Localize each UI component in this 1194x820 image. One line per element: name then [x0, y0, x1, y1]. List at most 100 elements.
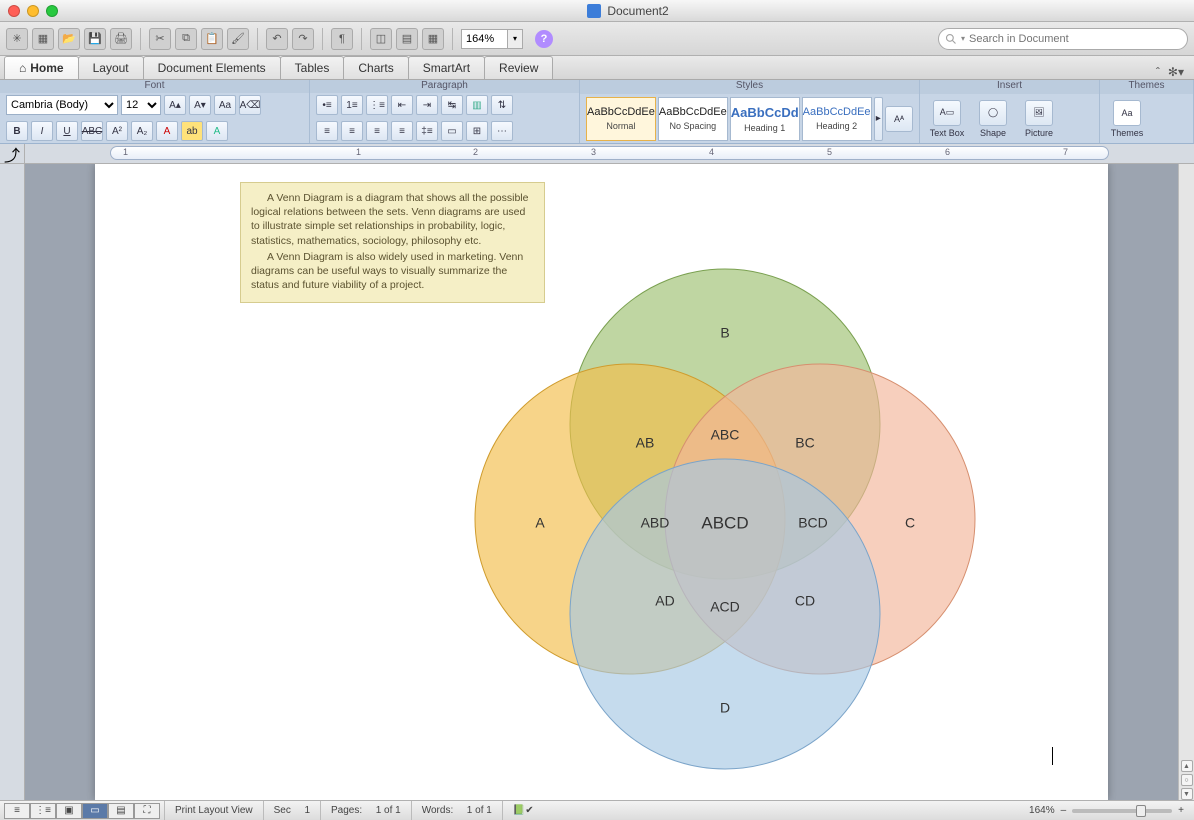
- redo-button[interactable]: ↷: [292, 28, 314, 50]
- borders-button[interactable]: ⊞: [466, 121, 488, 141]
- themes-button[interactable]: AaThemes: [1106, 100, 1148, 138]
- zoom-window-button[interactable]: [46, 5, 58, 17]
- status-spellcheck[interactable]: 📗✔: [502, 801, 544, 820]
- bullets-button[interactable]: •≡: [316, 95, 338, 115]
- zoom-out-button[interactable]: –: [1061, 805, 1067, 816]
- justify-button[interactable]: ≡: [391, 121, 413, 141]
- fullscreen-view-button[interactable]: ⛶: [134, 803, 160, 819]
- search-menu-caret-icon[interactable]: ▾: [961, 34, 965, 43]
- increase-indent-button[interactable]: ⇥: [416, 95, 438, 115]
- columns-button[interactable]: ▥: [466, 95, 488, 115]
- vertical-ruler[interactable]: [0, 164, 25, 800]
- gallery-button[interactable]: ▦: [422, 28, 444, 50]
- show-marks-button[interactable]: ¶: [331, 28, 353, 50]
- draft-view-button[interactable]: ≡: [4, 803, 30, 819]
- help-button[interactable]: ?: [535, 30, 553, 48]
- next-page-button[interactable]: ▼: [1181, 788, 1193, 800]
- zoom-combo[interactable]: ▾: [461, 29, 523, 49]
- status-words[interactable]: Words: 1 of 1: [411, 801, 502, 820]
- numbering-button[interactable]: 1≡: [341, 95, 363, 115]
- minimize-window-button[interactable]: [27, 5, 39, 17]
- sort-button[interactable]: ⇅: [491, 95, 513, 115]
- status-zoom-value[interactable]: 164%: [1029, 805, 1055, 816]
- prev-page-button[interactable]: ▲: [1181, 760, 1193, 772]
- print-button[interactable]: 🖨: [110, 28, 132, 50]
- align-left-button[interactable]: ≡: [316, 121, 338, 141]
- paragraph-options-button[interactable]: ⋯: [491, 121, 513, 141]
- copy-button[interactable]: ⧉: [175, 28, 197, 50]
- ruler-corner[interactable]: ⤴: [0, 144, 25, 163]
- zoom-dropdown[interactable]: ▾: [507, 29, 523, 49]
- save-button[interactable]: 💾: [84, 28, 106, 50]
- text-direction-button[interactable]: ↹: [441, 95, 463, 115]
- highlight-button[interactable]: ab: [181, 121, 203, 141]
- paste-button[interactable]: 📋: [201, 28, 223, 50]
- print-layout-view-button[interactable]: ▭: [82, 803, 108, 819]
- style-normal[interactable]: AaBbCcDdEeNormal: [586, 97, 656, 141]
- tab-smartart[interactable]: SmartArt: [408, 56, 485, 79]
- zoom-slider-knob[interactable]: [1136, 805, 1146, 817]
- font-color-button[interactable]: A: [156, 121, 178, 141]
- undo-button[interactable]: ↶: [266, 28, 288, 50]
- notebook-view-button[interactable]: ▤: [108, 803, 134, 819]
- insert-shape-button[interactable]: ◯Shape: [972, 100, 1014, 138]
- grow-font-button[interactable]: A▴: [164, 95, 186, 115]
- align-right-button[interactable]: ≡: [366, 121, 388, 141]
- new-doc-button[interactable]: ✳: [6, 28, 28, 50]
- status-section[interactable]: Sec 1: [263, 801, 320, 820]
- document-page[interactable]: A Venn Diagram is a diagram that shows a…: [95, 164, 1108, 800]
- shading-button[interactable]: ▭: [441, 121, 463, 141]
- shrink-font-button[interactable]: A▾: [189, 95, 211, 115]
- templates-button[interactable]: ▦: [32, 28, 54, 50]
- change-case-button[interactable]: Aa: [214, 95, 236, 115]
- browse-object-button[interactable]: ○: [1181, 774, 1193, 786]
- align-center-button[interactable]: ≡: [341, 121, 363, 141]
- ribbon-collapse-button[interactable]: ˆ: [1156, 65, 1160, 79]
- clear-formatting-button[interactable]: A⌫: [239, 95, 261, 115]
- cut-button[interactable]: ✂: [149, 28, 171, 50]
- style-no-spacing[interactable]: AaBbCcDdEeNo Spacing: [658, 97, 728, 141]
- strikethrough-button[interactable]: ABC: [81, 121, 103, 141]
- horizontal-ruler[interactable]: 1 1 2 3 4 5 6 7: [25, 144, 1194, 163]
- close-window-button[interactable]: [8, 5, 20, 17]
- publishing-view-button[interactable]: ▣: [56, 803, 82, 819]
- style-heading-1[interactable]: AaBbCcDdHeading 1: [730, 97, 800, 141]
- search-box[interactable]: ▾: [938, 28, 1188, 50]
- vertical-scrollbar[interactable]: ▲ ○ ▼: [1178, 164, 1194, 800]
- venn-diagram[interactable]: B A C D AB BC AD CD ABC ABD ACD BCD ABCD: [405, 224, 1045, 784]
- tab-charts[interactable]: Charts: [343, 56, 408, 79]
- insert-text-box-button[interactable]: A▭Text Box: [926, 100, 968, 138]
- tab-document-elements[interactable]: Document Elements: [143, 56, 281, 79]
- outline-view-button[interactable]: ⋮≡: [30, 803, 56, 819]
- multilevel-list-button[interactable]: ⋮≡: [366, 95, 388, 115]
- zoom-slider[interactable]: [1072, 809, 1172, 813]
- format-painter-button[interactable]: 🖌: [227, 28, 249, 50]
- font-size-select[interactable]: 12: [121, 95, 161, 115]
- tab-layout[interactable]: Layout: [78, 56, 144, 79]
- superscript-button[interactable]: A²: [106, 121, 128, 141]
- decrease-indent-button[interactable]: ⇤: [391, 95, 413, 115]
- italic-button[interactable]: I: [31, 121, 53, 141]
- insert-picture-button[interactable]: 🖼Picture: [1018, 100, 1060, 138]
- status-pages[interactable]: Pages: 1 of 1: [320, 801, 411, 820]
- style-heading-2[interactable]: AaBbCcDdEeHeading 2: [802, 97, 872, 141]
- toolbox-button[interactable]: ▤: [396, 28, 418, 50]
- open-button[interactable]: 📂: [58, 28, 80, 50]
- font-name-select[interactable]: Cambria (Body): [6, 95, 118, 115]
- styles-pane-button[interactable]: Aᴬ: [885, 106, 913, 132]
- tab-home[interactable]: ⌂Home: [4, 56, 79, 79]
- styles-scroll-button[interactable]: ▸: [874, 97, 883, 141]
- view-switcher: ≡ ⋮≡ ▣ ▭ ▤ ⛶: [0, 803, 164, 819]
- ribbon-options-button[interactable]: ✻▾: [1168, 65, 1184, 79]
- underline-button[interactable]: U: [56, 121, 78, 141]
- text-effects-button[interactable]: A: [206, 121, 228, 141]
- sidebar-button[interactable]: ◫: [370, 28, 392, 50]
- subscript-button[interactable]: A₂: [131, 121, 153, 141]
- zoom-input[interactable]: [461, 29, 507, 49]
- tab-review[interactable]: Review: [484, 56, 553, 79]
- search-input[interactable]: [969, 33, 1181, 45]
- tab-tables[interactable]: Tables: [280, 56, 345, 79]
- bold-button[interactable]: B: [6, 121, 28, 141]
- line-spacing-button[interactable]: ‡≡: [416, 121, 438, 141]
- zoom-in-button[interactable]: +: [1178, 805, 1184, 816]
